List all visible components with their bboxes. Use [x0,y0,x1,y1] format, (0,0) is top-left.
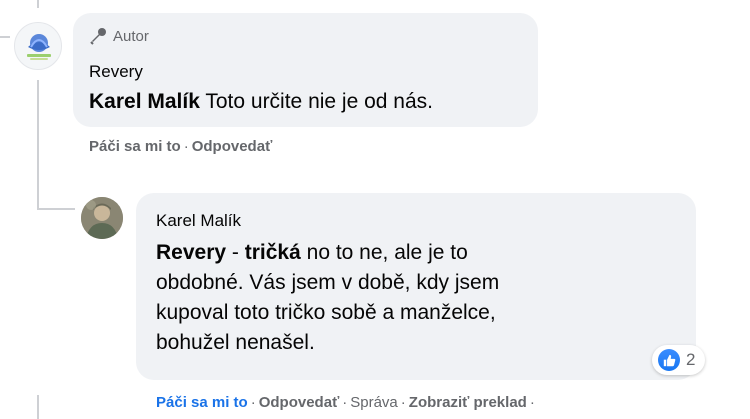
separator-dot: · [342,394,348,411]
thread-line-vertical [37,80,39,210]
comment-body: Toto určite nie je od nás. [205,90,433,113]
like-button[interactable]: Páči sa mi to [156,394,248,411]
dash: - [231,241,239,264]
comment-text: Revery - tričká no to ne, ale je to obdo… [156,238,676,358]
badge-label: Autor [113,27,149,45]
message-link[interactable]: Správa [350,394,398,411]
mention-link[interactable]: Revery [156,241,226,264]
like-button[interactable]: Páči sa mi to [89,138,181,155]
avatar-karel[interactable] [81,197,123,239]
comment-line-2: obdobné. Vás jsem v době, kdy jsem [156,271,500,294]
comment-bubble-author: Autor Revery Karel Malík Toto určite nie… [73,13,538,127]
comment-author-name[interactable]: Karel Malík [156,211,241,231]
comment-line-1: Revery - tričká no to ne, ale je to [156,238,676,268]
user-photo-icon [81,197,123,239]
separator-dot: · [529,394,535,411]
comment-author-name[interactable]: Revery [89,62,143,82]
comment-actions: Páči sa mi to · Odpovedať [89,138,272,155]
mention-link[interactable]: Karel Malík [89,90,200,113]
avatar-revery[interactable] [14,22,62,70]
thread-line-left-stub [0,36,10,38]
comment-line-3: kupoval toto tričko sobě a manželce, [156,301,496,324]
comment-actions: Páči sa mi to · Odpovedať · Správa · Zobraziť … [156,394,538,411]
author-badge: Autor [89,27,149,45]
thread-line-branch [37,208,75,210]
thread-line-top [37,0,39,8]
reaction-count: 2 [686,350,696,369]
revery-logo-icon [27,34,51,60]
comment-line-4: bohužel nenašel. [156,331,315,354]
comment-text: Karel Malík Toto určite nie je od nás. [89,90,433,114]
reaction-summary[interactable]: 2 [652,345,706,375]
separator-dot: · [183,138,189,155]
translate-button[interactable]: Zobraziť preklad [409,394,527,411]
separator-dot: · [250,394,256,411]
reply-button[interactable]: Odpovedať [259,394,340,411]
comment-bubble-reply: Karel Malík Revery - tričká no to ne, al… [136,193,696,380]
reply-button[interactable]: Odpovedať [192,138,273,155]
microphone-icon [90,28,106,45]
thread-line-bottom [37,395,39,419]
comment-body: no to ne, ale je to [306,241,468,264]
mention-link[interactable]: tričká [245,241,301,264]
separator-dot: · [400,394,406,411]
thumbs-up-icon [658,349,680,371]
